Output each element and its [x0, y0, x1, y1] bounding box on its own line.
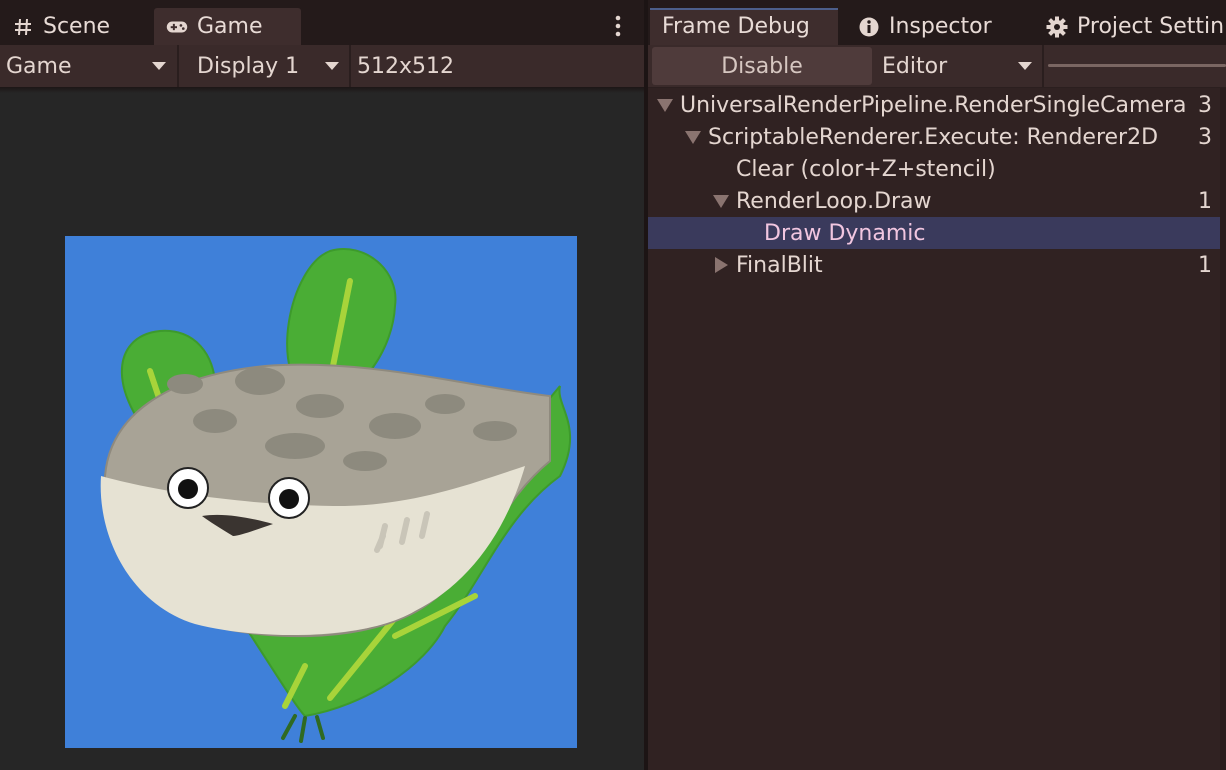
tree-row-selected[interactable]: Draw Dynamic: [648, 217, 1220, 249]
chevron-down-icon: [325, 62, 339, 70]
scrollbar[interactable]: [1220, 88, 1226, 770]
gear-icon: [1046, 16, 1068, 38]
kebab-menu-icon[interactable]: [610, 14, 626, 38]
info-icon: [858, 16, 880, 38]
expand-arrow-icon[interactable]: [657, 99, 673, 112]
tree-row[interactable]: FinalBlit 1: [648, 249, 1220, 281]
tree-row-count: 3: [1198, 92, 1212, 118]
expand-arrow-icon[interactable]: [685, 131, 701, 144]
disable-button[interactable]: Disable: [652, 47, 872, 85]
tab-project-settings[interactable]: Project Settin: [1034, 8, 1226, 45]
frame-event-tree: UniversalRenderPipeline.RenderSingleCame…: [648, 88, 1226, 770]
expand-arrow-icon[interactable]: [713, 195, 729, 208]
tree-row-label: Clear (color+Z+stencil): [736, 156, 996, 182]
disable-button-label: Disable: [721, 53, 803, 79]
toolbar-shadow: [0, 87, 644, 93]
tree-row-label: FinalBlit: [736, 252, 823, 278]
tab-project-settings-label: Project Settin: [1077, 14, 1225, 39]
tab-frame-debug[interactable]: Frame Debug: [650, 8, 838, 45]
collapse-arrow-icon[interactable]: [715, 257, 728, 273]
tab-inspector[interactable]: Inspector: [846, 8, 1018, 45]
toolbar-divider: [1042, 45, 1044, 87]
game-toolbar: Game Display 1 512x512: [0, 45, 644, 87]
tree-row-count: 1: [1198, 188, 1212, 214]
tree-row[interactable]: ScriptableRenderer.Execute: Renderer2D 3: [648, 121, 1220, 153]
tree-row-count: 3: [1198, 124, 1212, 150]
target-label: Editor: [882, 53, 948, 79]
tab-frame-debug-label: Frame Debug: [662, 14, 810, 39]
tree-row-label: Draw Dynamic: [764, 220, 926, 246]
tree-row[interactable]: Clear (color+Z+stencil): [648, 153, 1220, 185]
pufferfish-on-leaf-image: [100, 248, 572, 743]
left-tab-bar: Scene Game: [0, 0, 644, 45]
active-tab-indicator: [650, 8, 838, 10]
tree-row[interactable]: UniversalRenderPipeline.RenderSingleCame…: [648, 89, 1220, 121]
target-dropdown[interactable]: Editor: [876, 45, 1042, 87]
tab-inspector-label: Inspector: [889, 14, 992, 39]
game-mode-dropdown[interactable]: Game: [0, 45, 176, 87]
event-slider-track[interactable]: [1048, 64, 1226, 67]
right-tab-bar: Frame Debug Inspector Project Settin: [648, 0, 1226, 45]
tab-game-label: Game: [197, 14, 263, 39]
display-dropdown[interactable]: Display 1: [179, 45, 349, 87]
tree-row-label: ScriptableRenderer.Execute: Renderer2D: [708, 124, 1159, 150]
game-mode-label: Game: [6, 53, 72, 79]
tab-game[interactable]: Game: [154, 8, 301, 45]
hash-grid-icon: [12, 16, 34, 38]
tree-row-label: UniversalRenderPipeline.RenderSingleCame…: [680, 92, 1187, 118]
resolution-dropdown[interactable]: 512x512: [351, 45, 641, 87]
tree-row-count: 1: [1198, 252, 1212, 278]
tree-row[interactable]: RenderLoop.Draw 1: [648, 185, 1220, 217]
gamepad-icon: [166, 16, 188, 38]
chevron-down-icon: [152, 62, 166, 70]
tree-row-label: RenderLoop.Draw: [736, 188, 932, 214]
game-render-view: [65, 236, 577, 748]
display-label: Display 1: [197, 53, 300, 79]
chevron-down-icon: [1018, 62, 1032, 70]
tab-scene[interactable]: Scene: [0, 8, 150, 45]
resolution-label: 512x512: [357, 53, 455, 79]
tab-scene-label: Scene: [43, 14, 111, 39]
